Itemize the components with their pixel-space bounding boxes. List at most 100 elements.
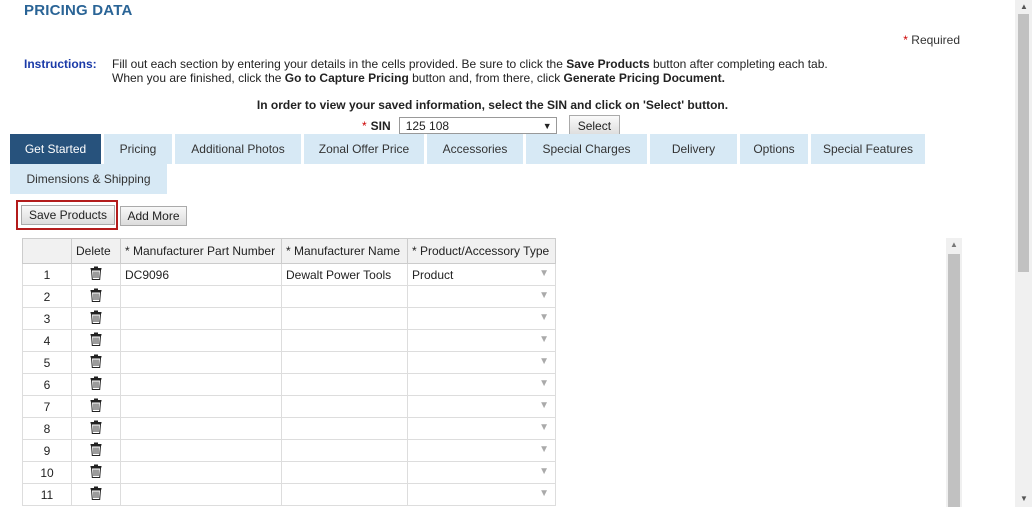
manufacturer-cell[interactable]: Dewalt Power Tools	[281, 263, 408, 286]
part-number-cell[interactable]	[120, 307, 282, 330]
tab-options[interactable]: Options	[740, 134, 808, 164]
page-scroll-down-icon[interactable]: ▼	[1020, 494, 1028, 503]
save-products-button[interactable]: Save Products	[21, 205, 115, 225]
sin-value: 125 108	[405, 118, 450, 133]
type-dropdown-cell[interactable]: ▼	[407, 483, 556, 506]
delete-row-button[interactable]	[71, 483, 121, 506]
tab-special-charges[interactable]: Special Charges	[526, 134, 647, 164]
col-header-row-number	[22, 238, 72, 264]
delete-row-button[interactable]	[71, 351, 121, 374]
add-more-button[interactable]: Add More	[120, 206, 187, 226]
manufacturer-cell[interactable]	[281, 373, 408, 396]
trash-icon[interactable]	[90, 420, 102, 437]
part-number-cell[interactable]	[120, 417, 282, 440]
col-header-delete: Delete	[71, 238, 121, 264]
type-dropdown-cell[interactable]: ▼	[407, 351, 556, 374]
part-number-cell[interactable]	[120, 395, 282, 418]
part-number-cell[interactable]	[120, 461, 282, 484]
delete-row-button[interactable]	[71, 263, 121, 286]
type-dropdown-cell[interactable]: ▼	[407, 439, 556, 462]
delete-row-button[interactable]	[71, 285, 121, 308]
sin-selector-row: * SIN 125 108 ▼ Select	[362, 115, 621, 136]
row-number: 11	[22, 483, 72, 506]
chevron-down-icon[interactable]: ▼	[539, 466, 549, 477]
part-number-cell[interactable]	[120, 285, 282, 308]
tab-zonal-offer-price[interactable]: Zonal Offer Price	[304, 134, 424, 164]
table-scroll-thumb[interactable]	[948, 254, 960, 507]
part-number-cell[interactable]	[120, 329, 282, 352]
type-dropdown-cell[interactable]: ▼	[407, 285, 556, 308]
delete-row-button[interactable]	[71, 395, 121, 418]
delete-row-button[interactable]	[71, 373, 121, 396]
instructions-line-1: Fill out each section by entering your d…	[112, 57, 828, 71]
tab-accessories[interactable]: Accessories	[427, 134, 523, 164]
delete-row-button[interactable]	[71, 461, 121, 484]
chevron-down-icon[interactable]: ▼	[539, 400, 549, 411]
manufacturer-cell[interactable]	[281, 307, 408, 330]
chevron-down-icon[interactable]: ▼	[539, 488, 549, 499]
part-number-cell[interactable]	[120, 351, 282, 374]
manufacturer-cell[interactable]	[281, 439, 408, 462]
delete-row-button[interactable]	[71, 329, 121, 352]
trash-icon[interactable]	[90, 486, 102, 503]
chevron-down-icon[interactable]: ▼	[539, 290, 549, 301]
manufacturer-cell[interactable]	[281, 395, 408, 418]
manufacturer-cell[interactable]	[281, 329, 408, 352]
part-number-cell[interactable]: DC9096	[120, 263, 282, 286]
type-dropdown-cell[interactable]: ▼	[407, 329, 556, 352]
type-dropdown-cell[interactable]: ▼	[407, 373, 556, 396]
trash-icon[interactable]	[90, 442, 102, 459]
part-number-cell[interactable]	[120, 439, 282, 462]
chevron-down-icon[interactable]: ▼	[539, 444, 549, 455]
chevron-down-icon[interactable]: ▼	[539, 334, 549, 345]
delete-row-button[interactable]	[71, 417, 121, 440]
manufacturer-cell[interactable]	[281, 483, 408, 506]
trash-icon[interactable]	[90, 464, 102, 481]
dropdown-arrow-icon: ▼	[542, 120, 552, 131]
trash-icon[interactable]	[90, 266, 102, 283]
tab-get-started[interactable]: Get Started	[10, 134, 101, 164]
table-scrollbar[interactable]: ▲	[946, 238, 962, 507]
tab-pricing[interactable]: Pricing	[104, 134, 172, 164]
tab-dimensions-shipping[interactable]: Dimensions & Shipping	[10, 164, 167, 194]
type-dropdown-cell[interactable]: ▼	[407, 395, 556, 418]
part-number-cell[interactable]	[120, 483, 282, 506]
part-number-cell[interactable]	[120, 373, 282, 396]
chevron-down-icon[interactable]: ▼	[539, 378, 549, 389]
delete-row-button[interactable]	[71, 307, 121, 330]
chevron-down-icon[interactable]: ▼	[539, 422, 549, 433]
manufacturer-cell[interactable]	[281, 417, 408, 440]
page-scroll-thumb[interactable]	[1018, 14, 1029, 272]
trash-icon[interactable]	[90, 376, 102, 393]
table-row: 3 ▼	[22, 307, 556, 330]
manufacturer-cell[interactable]	[281, 461, 408, 484]
manufacturer-cell[interactable]	[281, 285, 408, 308]
sin-dropdown[interactable]: 125 108 ▼	[398, 117, 557, 134]
type-dropdown-cell[interactable]: ▼	[407, 461, 556, 484]
select-button[interactable]: Select	[568, 115, 621, 136]
manufacturer-cell[interactable]	[281, 351, 408, 374]
tab-delivery[interactable]: Delivery	[650, 134, 737, 164]
scroll-up-icon[interactable]: ▲	[950, 240, 958, 249]
type-dropdown-cell[interactable]: Product ▼	[407, 263, 556, 286]
delete-row-button[interactable]	[71, 439, 121, 462]
col-header-manufacturer: * Manufacturer Name	[281, 238, 408, 264]
type-value: Product	[412, 267, 454, 282]
trash-icon[interactable]	[90, 310, 102, 327]
trash-icon[interactable]	[90, 354, 102, 371]
tab-special-features[interactable]: Special Features	[811, 134, 925, 164]
type-dropdown-cell[interactable]: ▼	[407, 417, 556, 440]
trash-icon[interactable]	[90, 398, 102, 415]
tab-additional-photos[interactable]: Additional Photos	[175, 134, 301, 164]
trash-icon[interactable]	[90, 332, 102, 349]
instructions-line-2: When you are finished, click the Go to C…	[112, 71, 725, 85]
trash-icon[interactable]	[90, 288, 102, 305]
chevron-down-icon[interactable]: ▼	[539, 356, 549, 367]
page-scroll-up-icon[interactable]: ▲	[1020, 2, 1028, 11]
row-number: 9	[22, 439, 72, 462]
col-header-part-number: * Manufacturer Part Number	[120, 238, 282, 264]
chevron-down-icon[interactable]: ▼	[539, 312, 549, 323]
chevron-down-icon[interactable]: ▼	[539, 268, 549, 279]
page-scrollbar[interactable]: ▲ ▼	[1015, 0, 1032, 507]
type-dropdown-cell[interactable]: ▼	[407, 307, 556, 330]
